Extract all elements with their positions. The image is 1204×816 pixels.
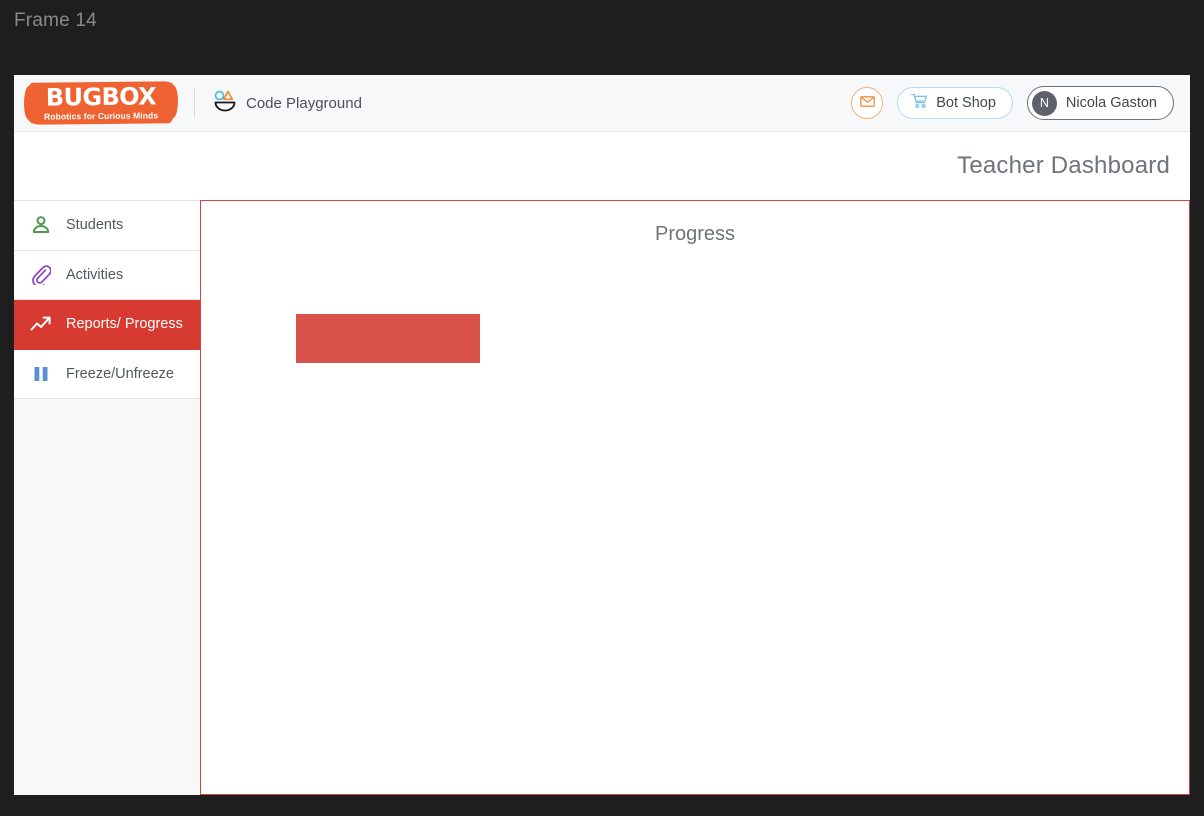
logo-wordmark: BUGBOX [45,82,157,112]
sidebar-item-label: Reports/ Progress [66,316,183,333]
sidebar-item-freeze-unfreeze[interactable]: Freeze/Unfreeze [14,349,200,399]
avatar: N [1031,90,1057,116]
page-title: Teacher Dashboard [957,152,1170,179]
code-playground-icon [213,90,237,117]
sidebar: Students Activities Reports/ Progress Fr… [14,200,200,795]
sidebar-item-activities[interactable]: Activities [14,250,200,300]
progress-panel: Progress [200,200,1190,795]
mail-button[interactable] [851,87,884,119]
code-playground-link[interactable]: Code Playground [213,90,362,117]
sidebar-item-reports-progress[interactable]: Reports/ Progress [14,300,200,350]
app-window: BUGBOX Robotics for Curious Minds Code P… [14,75,1190,795]
bot-shop-label: Bot Shop [936,95,996,111]
trending-up-icon [30,313,52,335]
paperclip-icon [30,264,52,286]
shopping-cart-icon [911,93,928,114]
dashboard-title-bar: Teacher Dashboard [14,132,1190,200]
frame-label: Frame 14 [14,10,97,31]
sidebar-item-students[interactable]: Students [14,201,200,251]
user-menu-button[interactable]: N Nicola Gaston [1026,86,1174,120]
person-icon [30,214,52,236]
sidebar-item-label: Students [66,217,124,234]
top-bar: BUGBOX Robotics for Curious Minds Code P… [14,75,1190,132]
progress-title: Progress [654,223,736,245]
bugbox-logo[interactable]: BUGBOX Robotics for Curious Minds [27,81,175,125]
code-playground-label: Code Playground [246,94,362,112]
body-area: Students Activities Reports/ Progress Fr… [14,200,1190,795]
progress-block[interactable] [296,314,480,363]
mail-icon [859,94,875,112]
sidebar-item-label: Freeze/Unfreeze [66,365,174,382]
bot-shop-button[interactable]: Bot Shop [897,87,1013,119]
topbar-divider [194,89,195,117]
pause-icon [30,363,52,385]
logo-tagline: Robotics for Curious Minds [44,110,159,122]
user-name-label: Nicola Gaston [1065,95,1157,111]
sidebar-item-label: Activities [66,266,124,283]
topbar-actions: Bot Shop N Nicola Gaston [851,86,1190,120]
